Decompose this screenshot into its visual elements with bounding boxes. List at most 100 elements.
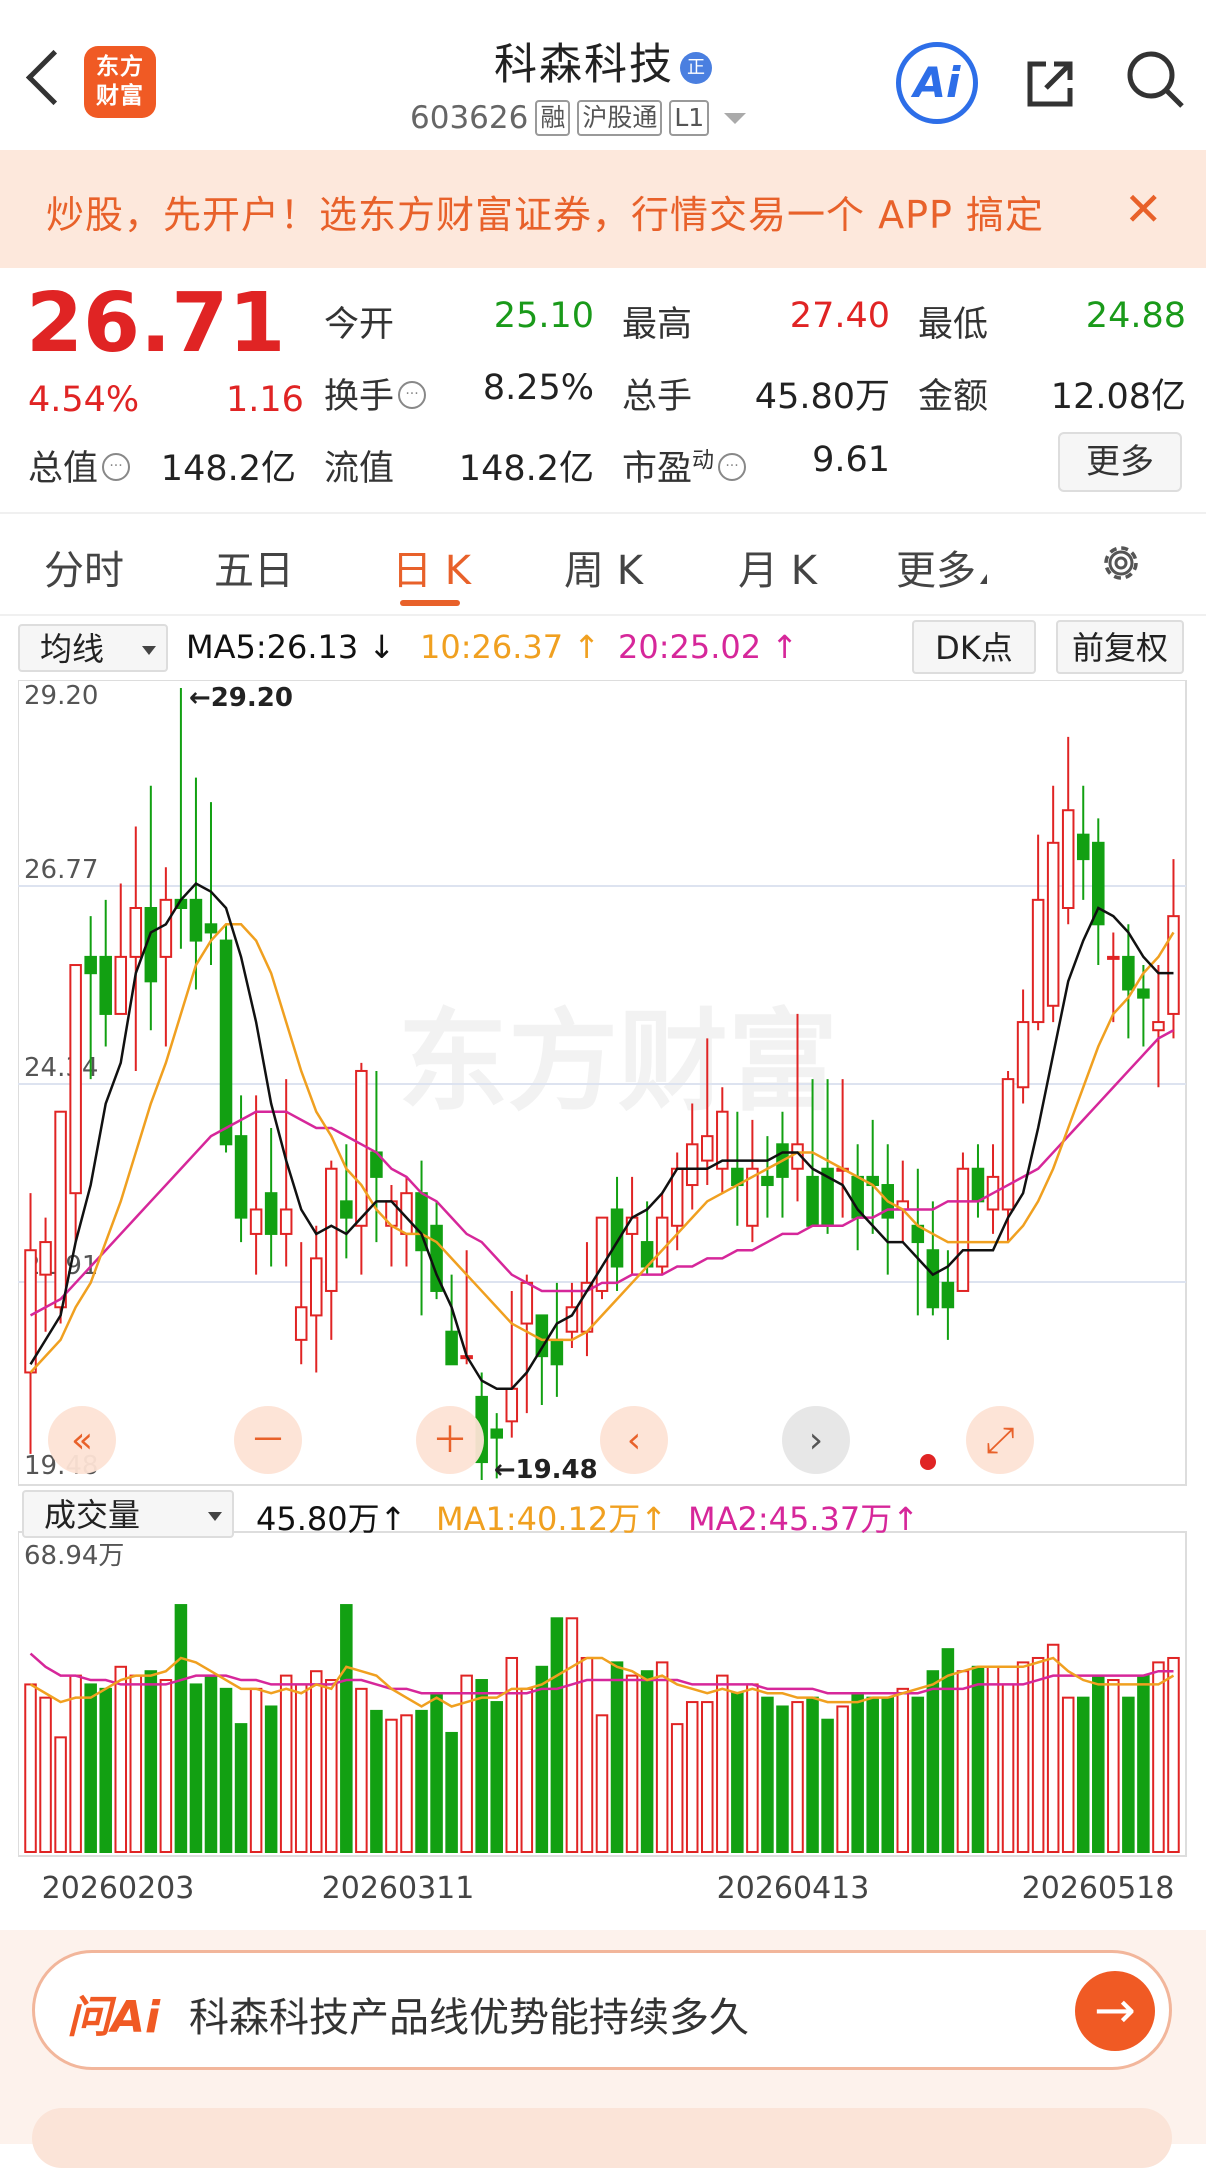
float-value: 148.2亿 bbox=[458, 449, 594, 489]
volume-bar bbox=[520, 1687, 534, 1853]
volume-bar bbox=[54, 1736, 67, 1854]
volume-bar bbox=[445, 1731, 458, 1853]
search-icon[interactable] bbox=[1124, 48, 1186, 110]
candle-body bbox=[54, 1110, 67, 1309]
volume-bar bbox=[670, 1723, 684, 1854]
dk-point-button[interactable]: DK点 bbox=[912, 620, 1036, 674]
verified-badge-icon: 正 bbox=[680, 52, 712, 84]
ma20-readout: 20:25.02 ↑ bbox=[618, 628, 799, 666]
margin-tag: 融 bbox=[535, 100, 571, 136]
open-label: 今开 bbox=[324, 305, 395, 345]
ma5-readout: MA5:26.13 ↓ bbox=[186, 628, 396, 666]
price-axis-label: 24.34 bbox=[24, 1053, 98, 1083]
volume-bar bbox=[505, 1656, 519, 1853]
info-icon[interactable]: ··· bbox=[398, 381, 427, 409]
price-axis-label: 29.20 bbox=[24, 681, 98, 711]
volume-bar bbox=[926, 1670, 940, 1853]
volume-bar bbox=[535, 1665, 549, 1853]
price-axis-label: 26.77 bbox=[24, 855, 98, 885]
volume-bar bbox=[1016, 1661, 1030, 1854]
pe-label[interactable]: 市盈动 ··· bbox=[622, 440, 747, 491]
chevron-down-icon[interactable] bbox=[724, 112, 747, 124]
zoom-in-button[interactable]: ＋ bbox=[416, 1406, 484, 1474]
volume-bar bbox=[219, 1687, 233, 1853]
candle-body bbox=[189, 898, 203, 942]
tab-intraday[interactable]: 分时 bbox=[44, 538, 124, 596]
share-icon[interactable] bbox=[1024, 58, 1076, 110]
ai-assistant-button[interactable]: Ai bbox=[896, 42, 978, 124]
prev-button[interactable]: ‹ bbox=[600, 1406, 668, 1474]
volume-bar bbox=[580, 1656, 594, 1853]
gear-icon[interactable] bbox=[1098, 540, 1144, 586]
turnover-label[interactable]: 换手 ··· bbox=[324, 368, 427, 419]
volume-bar bbox=[1122, 1696, 1135, 1853]
next-button[interactable]: › bbox=[782, 1406, 850, 1474]
kline-chart[interactable]: 东方财富29.2026.7724.3421.9119.48←29.20←19.4… bbox=[18, 680, 1188, 1910]
promo-banner[interactable]: 炒股，先开户！选东方财富证券，行情交易一个 APP 搞定 ✕ bbox=[0, 150, 1206, 268]
candle-body bbox=[355, 1069, 368, 1227]
total-value-label[interactable]: 总值 ··· bbox=[28, 440, 131, 491]
candle-body bbox=[309, 1257, 323, 1317]
candle-body bbox=[1137, 988, 1150, 999]
tab-daily-k[interactable]: 日 K bbox=[392, 538, 471, 596]
volume-bar bbox=[731, 1692, 744, 1853]
low-value: 24.88 bbox=[1085, 296, 1186, 336]
volume-bar bbox=[986, 1665, 1000, 1853]
volume-bar bbox=[881, 1696, 895, 1853]
tab-five-day[interactable]: 五日 bbox=[214, 538, 294, 596]
info-icon[interactable]: ··· bbox=[102, 453, 131, 481]
volume-bar bbox=[896, 1687, 910, 1853]
candle-body bbox=[234, 1135, 248, 1219]
watermark-text: 东方财富 bbox=[398, 998, 838, 1126]
total-value: 148.2亿 bbox=[160, 449, 296, 489]
volume-readout: 45.80万↑ bbox=[256, 1500, 407, 1538]
indicator-selector[interactable]: 均线 bbox=[18, 624, 168, 672]
tab-more[interactable]: 更多 bbox=[896, 538, 987, 596]
volume-bar bbox=[234, 1723, 248, 1854]
active-tab-indicator bbox=[400, 600, 460, 606]
tab-weekly-k[interactable]: 周 K bbox=[564, 538, 643, 596]
volume-bar bbox=[716, 1674, 729, 1854]
rewind-button[interactable]: « bbox=[48, 1406, 116, 1474]
volume-bar bbox=[866, 1696, 879, 1853]
news-card-peek[interactable] bbox=[32, 2108, 1172, 2168]
volume-bar bbox=[1061, 1696, 1075, 1853]
candle bbox=[956, 1152, 970, 1292]
zoom-out-button[interactable]: － bbox=[234, 1406, 302, 1474]
volume-bar bbox=[971, 1665, 985, 1853]
volume-selector-label: 成交量 bbox=[44, 1496, 141, 1534]
candle-body bbox=[1001, 1078, 1015, 1211]
candle-body bbox=[99, 955, 112, 1015]
more-quote-button[interactable]: 更多 bbox=[1058, 432, 1182, 492]
info-icon[interactable]: ··· bbox=[718, 453, 747, 481]
volume-bar bbox=[174, 1604, 188, 1853]
candle-body bbox=[1061, 809, 1075, 910]
candle-body bbox=[325, 1167, 338, 1292]
amount-value: 12.08亿 bbox=[1050, 377, 1186, 417]
vol-ma1-readout: MA1:40.12万↑ bbox=[436, 1500, 668, 1538]
high-marker: ←29.20 bbox=[189, 683, 293, 713]
tab-monthly-k[interactable]: 月 K bbox=[738, 538, 817, 596]
candle-body bbox=[595, 1216, 609, 1292]
volume-bar bbox=[129, 1674, 143, 1854]
volume-bar bbox=[159, 1679, 173, 1853]
candle-body bbox=[114, 955, 128, 1015]
indicator-selector-label: 均线 bbox=[40, 630, 105, 668]
float-value-label: 流值 bbox=[324, 449, 395, 489]
connect-tag: 沪股通 bbox=[577, 100, 663, 136]
close-icon[interactable]: ✕ bbox=[1124, 186, 1163, 232]
stock-code-row[interactable]: 603626 融 沪股通 L1 bbox=[410, 100, 747, 136]
ai-question-bar[interactable]: 问Ai 科森科技产品线优势能持续多久 → bbox=[32, 1950, 1172, 2070]
chevron-down-icon bbox=[142, 646, 156, 655]
volume-bar bbox=[1031, 1656, 1045, 1853]
volume-bar bbox=[370, 1709, 383, 1854]
adjust-button[interactable]: 前复权 bbox=[1056, 620, 1184, 674]
candle-body bbox=[1152, 1021, 1165, 1032]
candle bbox=[219, 924, 233, 1153]
volume-axis-label: 68.94万 bbox=[24, 1541, 124, 1571]
candle-body bbox=[655, 1216, 669, 1268]
volume-bar bbox=[685, 1701, 699, 1853]
arrow-right-icon[interactable]: → bbox=[1075, 1971, 1155, 2051]
volume-indicator-selector[interactable]: 成交量 bbox=[22, 1490, 234, 1538]
fullscreen-button[interactable]: ⤢ bbox=[966, 1406, 1034, 1474]
